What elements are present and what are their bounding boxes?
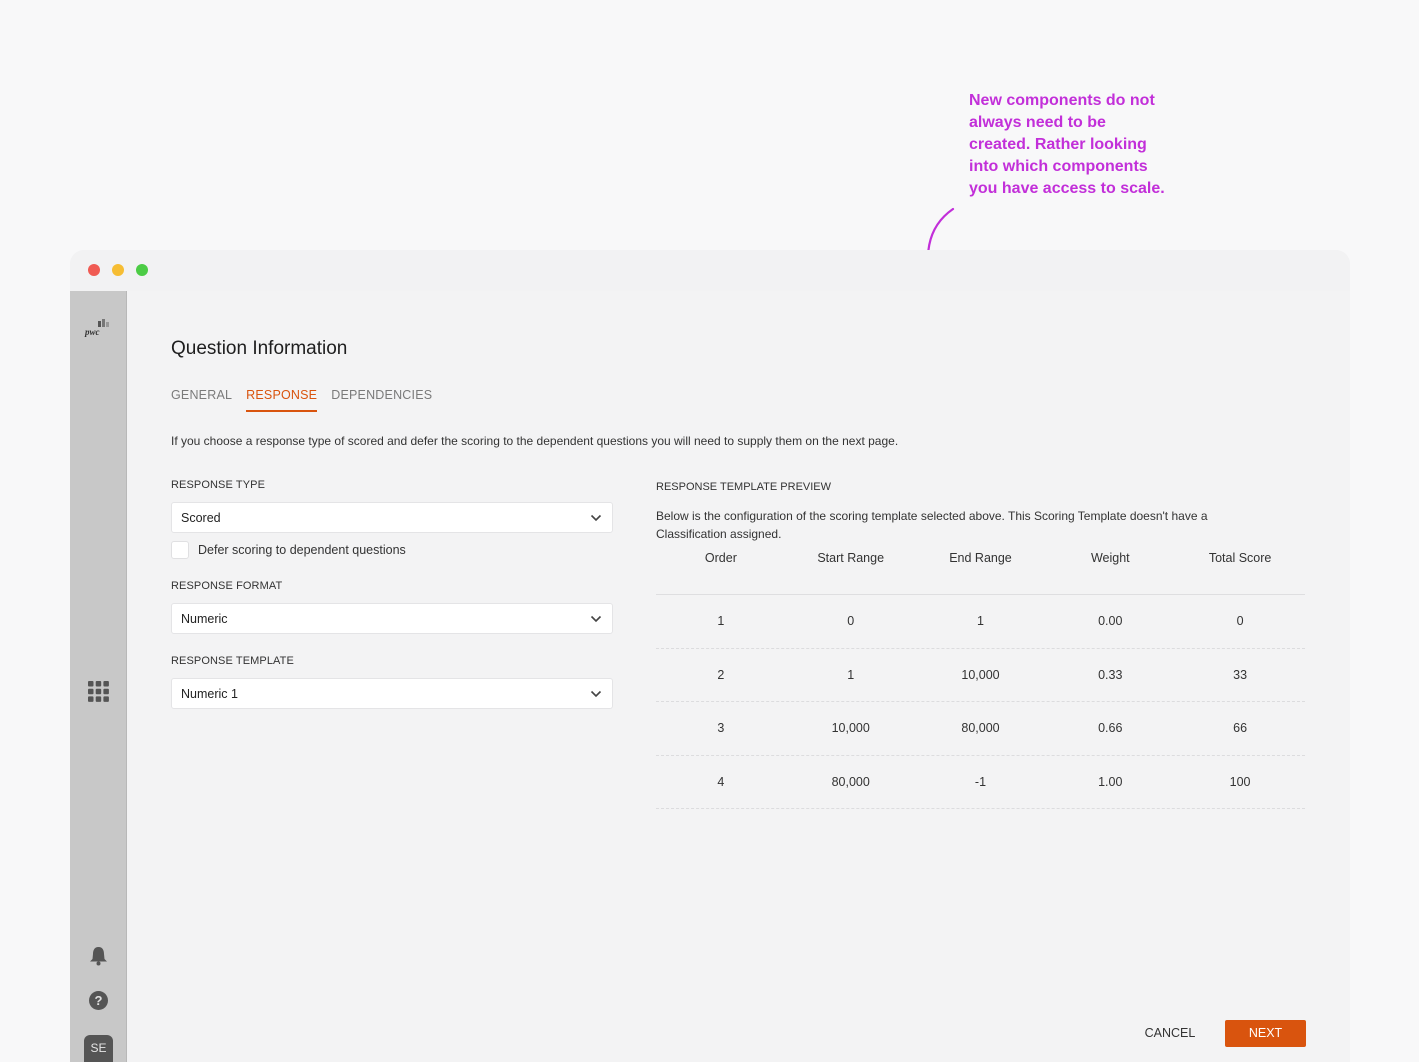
table-cell: -1 xyxy=(974,774,987,789)
table-cell: 4 xyxy=(717,774,725,789)
defer-scoring-row: Defer scoring to dependent questions xyxy=(171,541,406,559)
response-template-value: Numeric 1 xyxy=(181,687,238,701)
tab-response[interactable]: RESPONSE xyxy=(246,388,318,412)
table-row: 1 0 1 0.00 0 xyxy=(656,595,1305,649)
table-cell: 0.66 xyxy=(1098,721,1123,736)
tab-dependencies[interactable]: DEPENDENCIES xyxy=(331,388,432,412)
annotation-line: New components do not xyxy=(969,92,1155,109)
pwc-logo[interactable]: pwc xyxy=(84,319,114,339)
table-cell: 0 xyxy=(1236,614,1244,629)
table-cell: 33 xyxy=(1233,667,1248,682)
response-template-label: RESPONSE TEMPLATE xyxy=(171,655,294,667)
column-header-end-range: End Range xyxy=(949,551,1012,565)
response-template-select[interactable]: Numeric 1 xyxy=(171,678,613,709)
app-window: pwc ? SE Question Information GENERAL RE… xyxy=(70,250,1350,1062)
table-row: 2 1 10,000 0.33 33 xyxy=(656,649,1305,702)
bell-icon[interactable] xyxy=(88,945,109,966)
intro-text: If you choose a response type of scored … xyxy=(171,434,899,448)
main-content: Question Information GENERAL RESPONSE DE… xyxy=(127,291,1350,1062)
table-cell: 10,000 xyxy=(831,721,870,736)
table-cell: 1 xyxy=(977,614,984,629)
annotation-line: into which components xyxy=(969,158,1148,175)
table-cell: 0 xyxy=(847,614,855,629)
table-cell: 0.00 xyxy=(1098,614,1123,629)
column-header-weight: Weight xyxy=(1090,551,1130,565)
chevron-down-icon xyxy=(590,514,602,522)
table-row: 4 80,000 -1 1.00 100 xyxy=(656,756,1305,809)
response-type-value: Scored xyxy=(181,511,221,525)
table-cell: 66 xyxy=(1233,721,1248,736)
table-cell: 10,000 xyxy=(961,667,1000,682)
table-cell: 1 xyxy=(847,667,855,682)
table-row: 3 10,000 80,000 0.66 66 xyxy=(656,702,1305,756)
defer-scoring-label: Defer scoring to dependent questions xyxy=(198,543,406,557)
table-cell: 1.00 xyxy=(1098,774,1123,789)
annotation-line: always need to be xyxy=(969,114,1106,131)
response-format-label: RESPONSE FORMAT xyxy=(171,580,283,592)
response-format-select[interactable]: Numeric xyxy=(171,603,613,634)
preview-description: Below is the configuration of the scorin… xyxy=(656,509,1208,541)
sidebar: pwc ? SE xyxy=(70,291,127,1062)
table-cell: 2 xyxy=(717,667,725,682)
scoring-table: Order Start Range End Range Weight Total… xyxy=(656,549,1305,809)
column-header-total-score: Total Score xyxy=(1208,551,1272,565)
maximize-window-button[interactable] xyxy=(136,264,148,276)
table-cell: 80,000 xyxy=(961,721,1000,736)
chevron-down-icon xyxy=(590,615,602,623)
avatar[interactable]: SE xyxy=(84,1035,113,1062)
table-cell: 3 xyxy=(717,721,725,736)
column-header-start-range: Start Range xyxy=(817,551,885,565)
column-header-order: Order xyxy=(704,551,737,565)
response-type-label: RESPONSE TYPE xyxy=(171,479,266,491)
table-cell: 80,000 xyxy=(831,774,870,789)
tab-bar: GENERAL RESPONSE DEPENDENCIES xyxy=(171,388,432,412)
apps-grid-icon[interactable] xyxy=(88,681,109,702)
preview-label: RESPONSE TEMPLATE PREVIEW xyxy=(656,481,832,493)
table-cell: 100 xyxy=(1229,774,1251,789)
tab-general[interactable]: GENERAL xyxy=(171,388,232,412)
table-cell: 1 xyxy=(717,614,725,629)
defer-scoring-checkbox[interactable] xyxy=(171,541,189,559)
page-title: Question Information xyxy=(171,338,348,359)
cancel-button[interactable]: CANCEL xyxy=(1130,1020,1210,1046)
chevron-down-icon xyxy=(590,690,602,698)
next-button[interactable]: NEXT xyxy=(1225,1020,1306,1047)
annotation-line: you have access to scale. xyxy=(969,180,1165,197)
logo-text: pwc xyxy=(85,327,100,337)
minimize-window-button[interactable] xyxy=(112,264,124,276)
close-window-button[interactable] xyxy=(88,264,100,276)
annotation-line: created. Rather looking xyxy=(969,136,1147,153)
response-type-select[interactable]: Scored xyxy=(171,502,613,533)
response-format-value: Numeric xyxy=(181,612,228,626)
table-cell: 0.33 xyxy=(1098,667,1123,682)
table-header-row: Order Start Range End Range Weight Total… xyxy=(656,549,1305,595)
help-icon[interactable]: ? xyxy=(89,991,108,1010)
annotation-note: New components do not always need to be … xyxy=(969,90,1189,200)
window-titlebar xyxy=(70,250,1350,291)
